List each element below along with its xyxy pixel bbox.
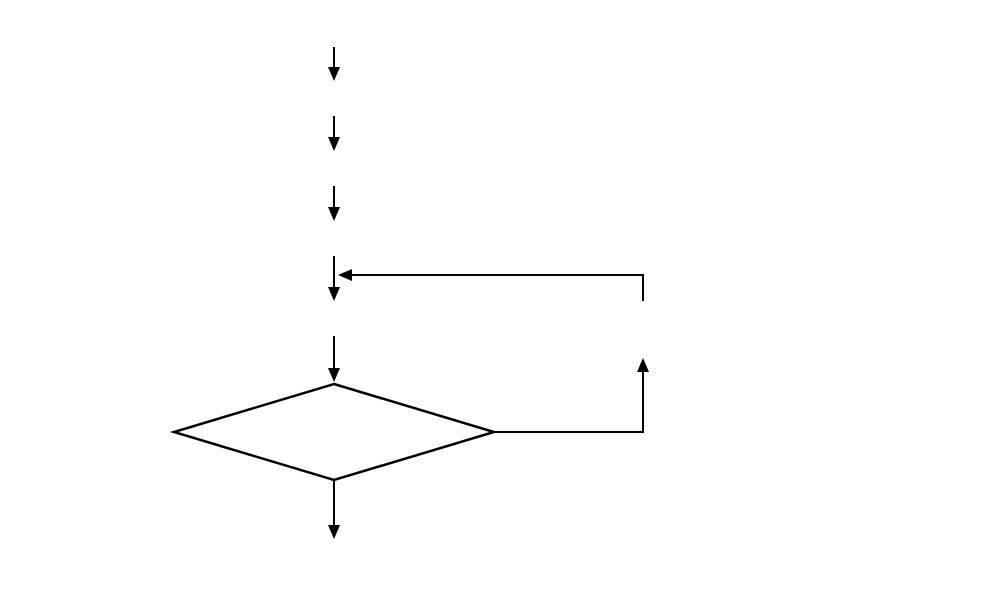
decision-diamond: [174, 384, 494, 480]
flow-connectors: [0, 0, 1000, 589]
arrow-5-loop: [340, 275, 643, 301]
arrow-decision-5: [494, 360, 643, 432]
